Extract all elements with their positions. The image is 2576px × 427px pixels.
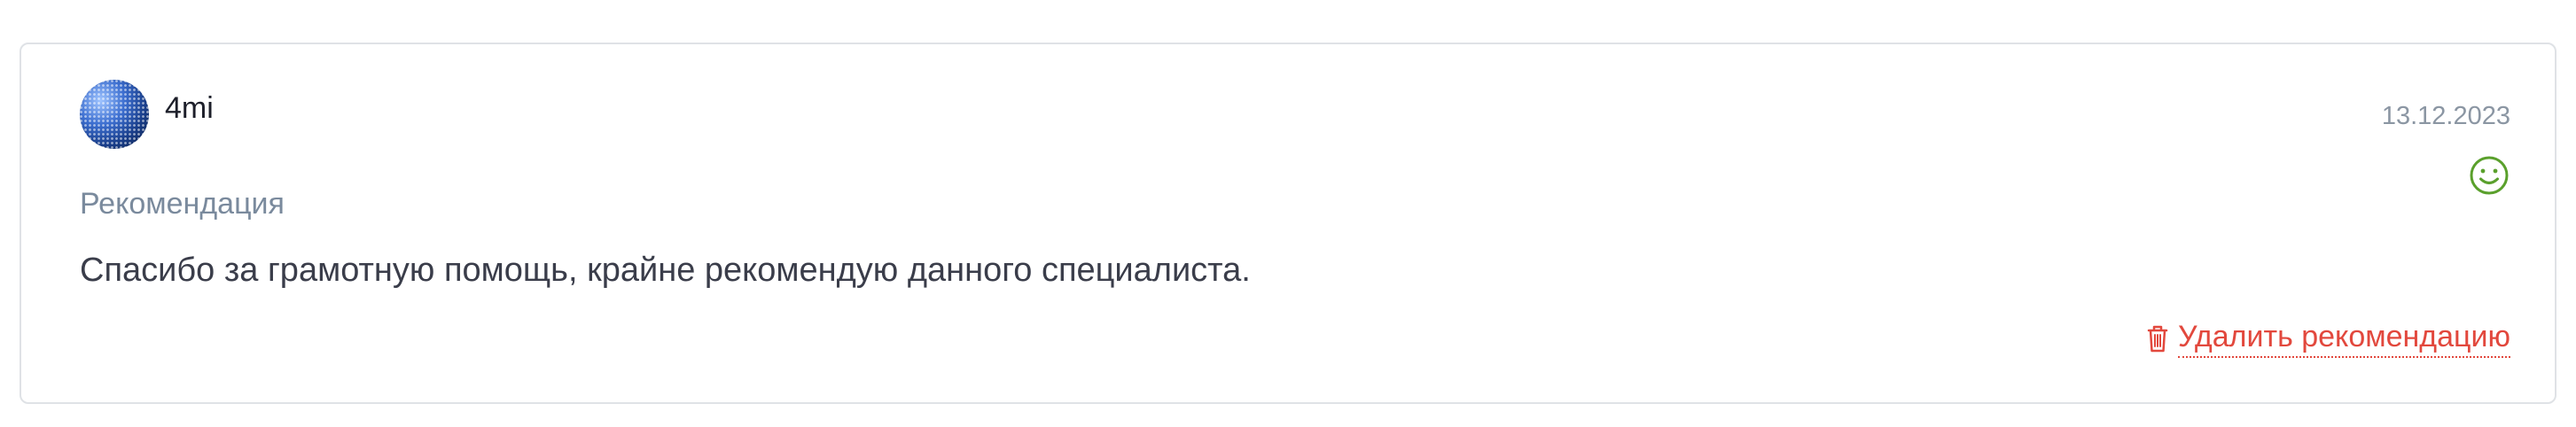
review-author-name[interactable]: 4mi (165, 90, 214, 126)
smile-icon (2470, 156, 2509, 195)
delete-recommendation-button[interactable]: Удалить рекомендацию (2146, 319, 2510, 358)
review-type-label: Рекомендация (80, 187, 285, 221)
review-card: 4mi 13.12.2023 Рекомендация Спасибо за г… (20, 43, 2556, 404)
review-date: 13.12.2023 (2381, 102, 2510, 130)
review-text: Спасибо за грамотную помощь, крайне реко… (80, 252, 1251, 289)
delete-recommendation-label: Удалить рекомендацию (2177, 319, 2510, 358)
trash-icon (2147, 325, 2168, 353)
avatar[interactable] (80, 80, 149, 149)
